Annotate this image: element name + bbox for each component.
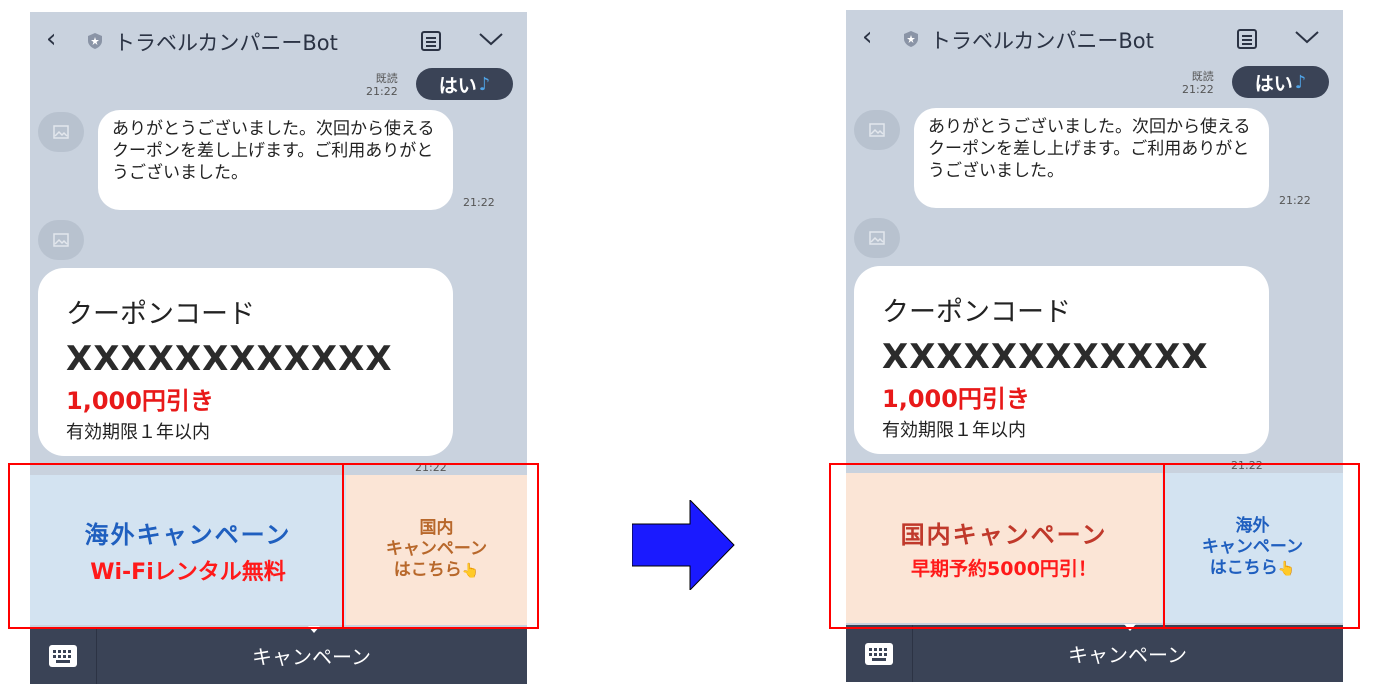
keyboard-toggle[interactable] — [30, 627, 97, 684]
highlight-large-area — [829, 463, 1165, 629]
sent-message-text: はい — [1254, 72, 1293, 95]
coupon-code: XXXXXXXXXXXX — [882, 337, 1209, 377]
highlight-small-area — [342, 463, 539, 629]
received-time: 21:22 — [463, 196, 495, 209]
coupon-card: クーポンコード XXXXXXXXXXXX 1,000円引き 有効期限１年以内 — [854, 266, 1269, 454]
bot-avatar[interactable] — [38, 220, 84, 260]
read-receipt: 既読 21:22 — [366, 72, 398, 98]
coupon-validity: 有効期限１年以内 — [882, 420, 1026, 441]
coupon-label: クーポンコード — [882, 297, 1071, 328]
keyboard-toggle[interactable] — [846, 625, 913, 682]
arrow-right-icon — [632, 500, 735, 590]
bot-avatar[interactable] — [854, 218, 900, 258]
read-label: 既読 — [375, 72, 398, 85]
coupon-discount: 1,000円引き — [882, 385, 1030, 413]
menu-icon[interactable] — [1236, 28, 1258, 50]
image-icon — [869, 231, 885, 245]
keyboard-icon — [865, 642, 893, 665]
menu-toggle-label[interactable]: キャンペーン — [912, 625, 1343, 682]
chevron-down-icon[interactable] — [477, 30, 505, 48]
coupon-discount: 1,000円引き — [66, 387, 214, 415]
chat-header: ‹ トラベルカンパニーBot — [846, 10, 1343, 68]
sent-message: はい ♪ — [416, 68, 513, 100]
highlight-small-area — [1163, 463, 1360, 629]
back-icon[interactable]: ‹ — [862, 22, 872, 52]
image-icon — [53, 125, 69, 139]
highlight-large-area — [8, 463, 344, 629]
shield-icon — [88, 33, 102, 49]
sent-message-text: はい — [438, 74, 477, 97]
menu-bar: キャンペーン — [30, 626, 527, 684]
shield-icon — [904, 31, 918, 47]
image-icon — [53, 233, 69, 247]
sent-time: 21:22 — [1182, 83, 1214, 96]
coupon-card: クーポンコード XXXXXXXXXXXX 1,000円引き 有効期限１年以内 — [38, 268, 453, 456]
coupon-code: XXXXXXXXXXXX — [66, 339, 393, 379]
menu-bar: キャンペーン — [846, 624, 1343, 682]
bot-avatar[interactable] — [854, 110, 900, 150]
back-icon[interactable]: ‹ — [46, 24, 56, 54]
chat-header: ‹ トラベルカンパニーBot — [30, 12, 527, 70]
chat-title: トラベルカンパニーBot — [930, 29, 1154, 53]
received-time: 21:22 — [1279, 194, 1311, 207]
received-message: ありがとうございました。次回から使えるクーポンを差し上げます。ご利用ありがとうご… — [914, 108, 1269, 208]
chat-title: トラベルカンパニーBot — [114, 31, 338, 55]
read-label: 既読 — [1191, 70, 1214, 83]
menu-icon[interactable] — [420, 30, 442, 52]
received-message: ありがとうございました。次回から使えるクーポンを差し上げます。ご利用ありがとうご… — [98, 110, 453, 210]
chevron-down-icon[interactable] — [1293, 28, 1321, 46]
coupon-label: クーポンコード — [66, 299, 255, 330]
menu-toggle-label[interactable]: キャンペーン — [96, 627, 527, 684]
sent-message: はい ♪ — [1232, 66, 1329, 98]
coupon-validity: 有効期限１年以内 — [66, 422, 210, 443]
music-note-icon: ♪ — [1294, 71, 1307, 93]
sent-time: 21:22 — [366, 85, 398, 98]
music-note-icon: ♪ — [478, 73, 491, 95]
read-receipt: 既読 21:22 — [1182, 70, 1214, 96]
image-icon — [869, 123, 885, 137]
bot-avatar[interactable] — [38, 112, 84, 152]
keyboard-icon — [49, 644, 77, 667]
